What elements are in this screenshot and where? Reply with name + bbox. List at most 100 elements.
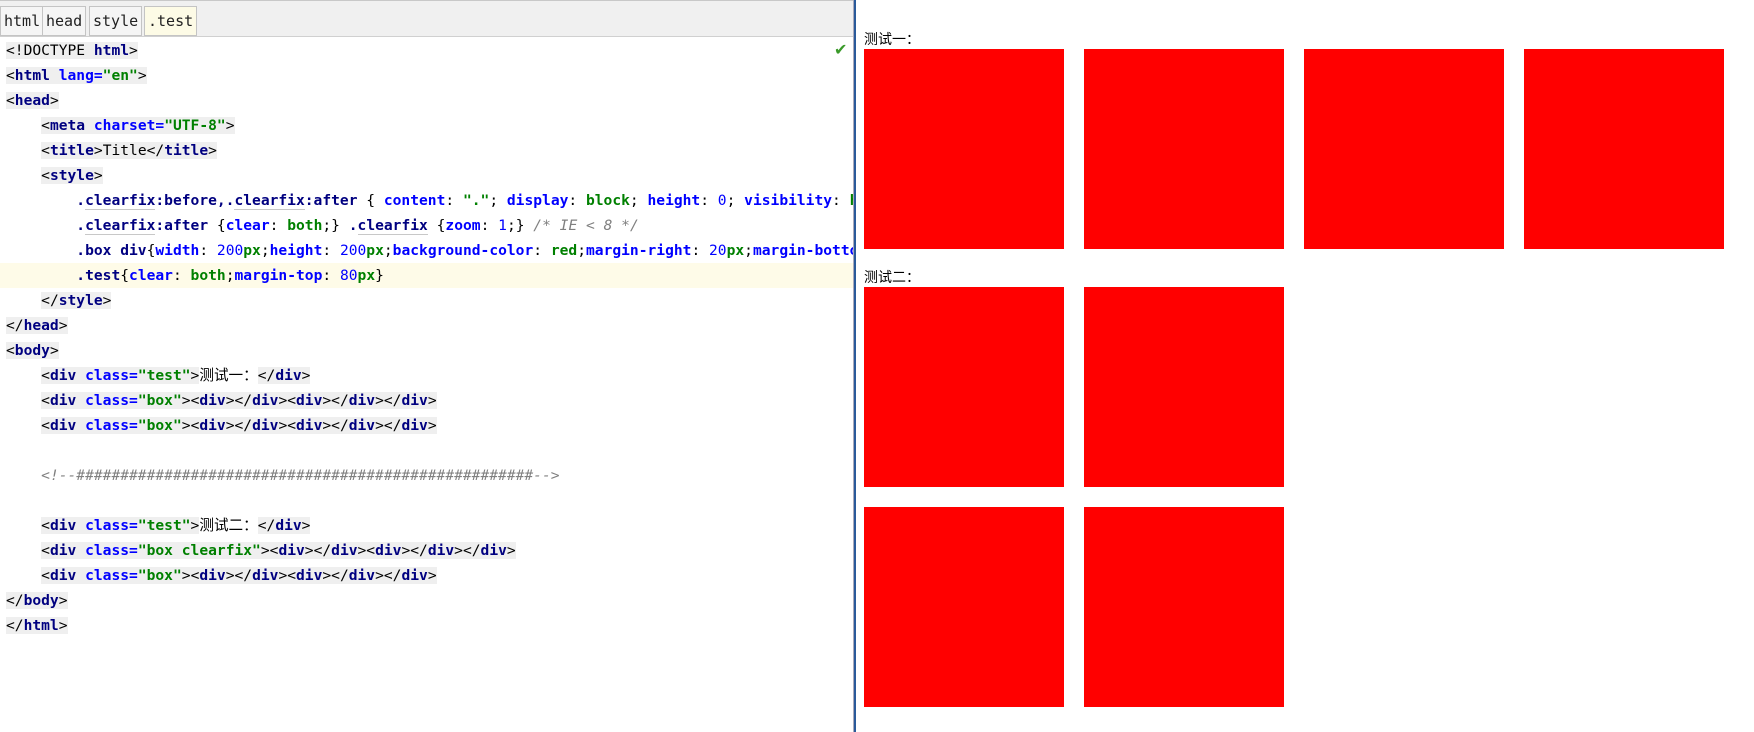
code-token-val: "box clearfix" bbox=[137, 542, 261, 559]
code-token-br: > bbox=[58, 317, 68, 334]
code-token-prop: zoom bbox=[445, 217, 481, 234]
code-token-prop: clear bbox=[129, 267, 173, 284]
code-token-br: > bbox=[129, 42, 138, 59]
code-token-tag: meta bbox=[49, 117, 94, 134]
code-token-br: ></ bbox=[375, 417, 402, 434]
code-token-br: < bbox=[41, 392, 50, 409]
breadcrumb-test[interactable]: .test bbox=[144, 6, 198, 36]
code-token-br: ></ bbox=[225, 392, 253, 409]
code-token-br: > bbox=[301, 517, 311, 534]
code-line[interactable]: <div class="box"><div></div><div></div><… bbox=[0, 388, 853, 413]
code-token-pun: ;} bbox=[322, 217, 349, 234]
code-line[interactable]: <meta charset="UTF-8"> bbox=[0, 113, 853, 138]
code-line[interactable]: <!--####################################… bbox=[0, 463, 853, 488]
code-token-tag: title bbox=[49, 142, 94, 159]
code-token-prop: height bbox=[269, 242, 323, 259]
code-line[interactable]: <head> bbox=[0, 88, 853, 113]
code-token-attr: charset= bbox=[93, 117, 165, 134]
code-token-pun: ; bbox=[260, 242, 270, 259]
code-token-sel: .box div bbox=[76, 242, 147, 259]
code-token-br: > bbox=[137, 67, 147, 84]
code-token-tag: div bbox=[199, 417, 226, 434]
code-token-prop: visibility bbox=[744, 192, 833, 209]
code-token-br: </ bbox=[6, 317, 24, 334]
code-line[interactable]: <!DOCTYPE html> bbox=[0, 38, 853, 63]
code-token-tag: div bbox=[49, 542, 86, 559]
code-line[interactable]: </html> bbox=[0, 613, 853, 638]
code-token-br: > bbox=[49, 342, 59, 359]
code-line[interactable]: .test{clear: both;margin-top: 80px} bbox=[0, 263, 853, 288]
code-line[interactable]: .clearfix:after {clear: both;} .clearfix… bbox=[0, 213, 853, 238]
code-token-pun: : bbox=[700, 192, 718, 209]
code-token-br: ></ bbox=[322, 392, 349, 409]
code-token-sel: . bbox=[348, 217, 358, 234]
code-token-tag: div bbox=[199, 392, 226, 409]
code-token-txtbg: Title bbox=[102, 142, 147, 159]
code-token-pun: : bbox=[832, 192, 850, 209]
code-token-tag: div bbox=[401, 567, 428, 584]
breadcrumb-html[interactable]: html bbox=[0, 6, 45, 36]
code-lines[interactable]: <!DOCTYPE html> <html lang="en"> <head> <m… bbox=[0, 38, 853, 638]
red-box bbox=[1084, 287, 1284, 487]
code-token-tag: div bbox=[252, 417, 279, 434]
code-token-sel: :after bbox=[155, 217, 217, 234]
code-token-tag: div bbox=[480, 542, 507, 559]
code-token-br: >< bbox=[278, 392, 297, 409]
code-token-tag: div bbox=[296, 567, 323, 584]
code-token-br: > bbox=[301, 367, 311, 384]
code-token-pun: : bbox=[568, 192, 586, 209]
code-line[interactable]: </body> bbox=[0, 588, 853, 613]
code-token-tag: div bbox=[275, 367, 302, 384]
code-token-pun: ; bbox=[577, 242, 586, 259]
code-editor[interactable]: html head style .test <!DOCTYPE html> <ht… bbox=[0, 0, 853, 732]
code-token-br: < bbox=[41, 517, 50, 534]
code-line[interactable] bbox=[0, 488, 853, 513]
code-line[interactable]: <div class="test">测试二：</div> bbox=[0, 513, 853, 538]
code-token-br: < bbox=[6, 342, 15, 359]
code-line[interactable]: <div class="box"><div></div><div></div><… bbox=[0, 413, 853, 438]
code-token-val: "box" bbox=[137, 567, 182, 584]
code-token-pun: : bbox=[322, 267, 340, 284]
code-token-br: > bbox=[225, 117, 235, 134]
breadcrumb-bar: html head style .test bbox=[0, 0, 853, 37]
code-token-br: </ bbox=[6, 617, 24, 634]
code-line[interactable]: <html lang="en"> bbox=[0, 63, 853, 88]
code-line[interactable]: <style> bbox=[0, 163, 853, 188]
code-line[interactable]: .clearfix:before,.clearfix:after { conte… bbox=[0, 188, 853, 213]
code-token-val: "test" bbox=[137, 517, 191, 534]
code-token-tag: div bbox=[49, 567, 86, 584]
code-token-br: < bbox=[41, 367, 50, 384]
code-token-br: < bbox=[41, 542, 50, 559]
code-token-br: </ bbox=[6, 592, 24, 609]
code-line[interactable]: </head> bbox=[0, 313, 853, 338]
code-token-prop: width bbox=[155, 242, 200, 259]
code-line[interactable]: <title>Title</title> bbox=[0, 138, 853, 163]
code-token-br: > bbox=[181, 567, 191, 584]
code-token-sel: . bbox=[76, 217, 86, 234]
code-token-prop: margin-right bbox=[586, 242, 692, 259]
code-token-sel: .test bbox=[76, 267, 121, 284]
code-line[interactable] bbox=[0, 438, 853, 463]
code-token-tag: div bbox=[252, 392, 279, 409]
code-line[interactable]: <div class="box clearfix"><div></div><di… bbox=[0, 538, 853, 563]
code-line[interactable]: <div class="box"><div></div><div></div><… bbox=[0, 563, 853, 588]
code-token-tag: div bbox=[275, 517, 302, 534]
code-token-num: 20 bbox=[709, 242, 727, 259]
code-token-txt: 测试二： bbox=[199, 517, 258, 534]
code-line[interactable]: <body> bbox=[0, 338, 853, 363]
code-token-pun: { bbox=[427, 217, 446, 234]
code-token-br: >< bbox=[278, 567, 297, 584]
code-token-pun: ; bbox=[489, 192, 507, 209]
code-token-cval: px bbox=[726, 242, 745, 259]
code-token-br: ></ bbox=[322, 417, 349, 434]
code-token-cval: "." bbox=[462, 192, 490, 209]
breadcrumb-style[interactable]: style bbox=[89, 6, 143, 36]
code-line[interactable]: </style> bbox=[0, 288, 853, 313]
code-line[interactable]: .box div{width: 200px;height: 200px;back… bbox=[0, 238, 853, 263]
code-token-tag: div bbox=[401, 392, 428, 409]
code-line[interactable]: <div class="test">测试一：</div> bbox=[0, 363, 853, 388]
breadcrumb-head[interactable]: head bbox=[42, 6, 87, 36]
